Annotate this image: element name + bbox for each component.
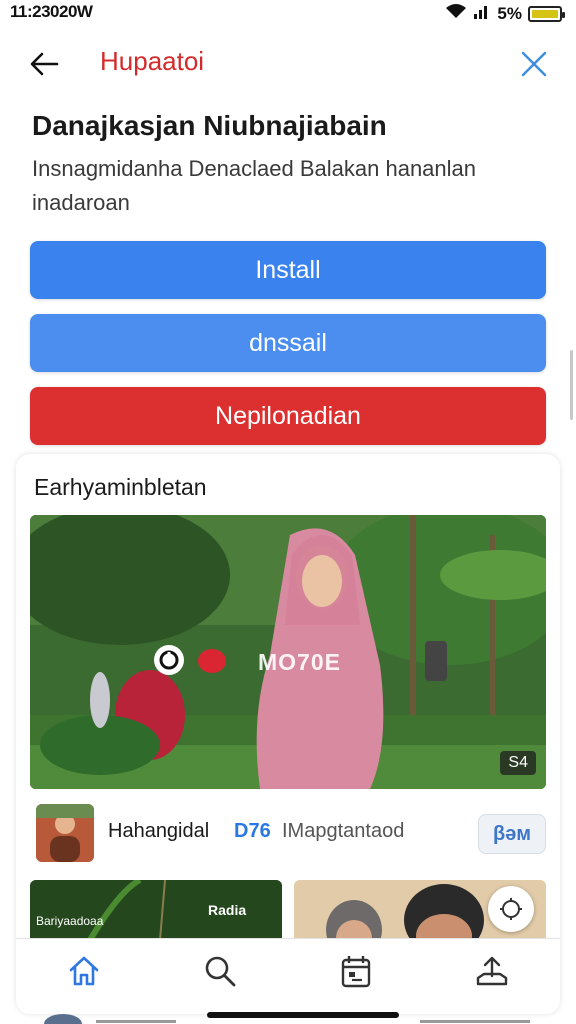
secondary-install-button[interactable]: dnssail	[30, 314, 546, 372]
video-player[interactable]: MO70E S4	[30, 515, 546, 789]
channel-name[interactable]: Hahangidal	[108, 820, 209, 843]
feed-card: Earhyaminbletan MO70E S4 Hahangidal D76 …	[16, 454, 560, 1014]
nav-calendar[interactable]	[328, 943, 384, 999]
header-title: Hupaatoi	[100, 46, 205, 76]
play-icon[interactable]	[152, 643, 186, 677]
arrow-left-icon	[30, 52, 59, 76]
app-header: Hupaatoi	[0, 38, 576, 88]
search-icon	[205, 956, 236, 986]
battery-level	[532, 9, 558, 18]
calendar-icon	[341, 955, 371, 987]
wifi-icon	[445, 3, 467, 24]
thumbnail-caption: Bariyaadoaa	[36, 914, 104, 928]
status-indicators: 5%	[445, 3, 565, 24]
install-button[interactable]: Install	[30, 241, 546, 299]
status-time: 11:23020W	[10, 2, 93, 21]
avatar[interactable]	[36, 804, 94, 862]
next-post-avatar	[44, 1014, 82, 1024]
signal-icon	[473, 3, 491, 24]
channel-meta: IMapgtantaod	[282, 820, 405, 842]
battery-icon	[528, 5, 565, 22]
nav-home[interactable]	[56, 943, 112, 999]
video-overlay-label: MO70E	[258, 649, 341, 675]
channel-row[interactable]: Hahangidal D76 IMapgtantaod βəм	[36, 802, 546, 862]
channel-count: D76	[234, 820, 271, 842]
follow-button[interactable]: βəм	[478, 814, 546, 854]
home-indicator[interactable]	[207, 1012, 399, 1018]
video-duration: S4	[500, 751, 536, 775]
page-subtitle: Insnagmidanha Denaclaed Balakan hananlan…	[32, 156, 477, 215]
thumbnail-caption-secondary: Radia	[208, 902, 247, 918]
next-post-text	[420, 1020, 530, 1023]
battery-percent: 5%	[497, 3, 522, 23]
close-icon	[521, 51, 547, 77]
thumbnail-card[interactable]	[294, 880, 546, 940]
upload-icon	[476, 956, 508, 985]
nav-search[interactable]	[192, 943, 248, 999]
camera-button[interactable]	[488, 886, 534, 932]
next-post-text	[96, 1020, 176, 1023]
back-button[interactable]	[24, 44, 64, 84]
page-title: Danajkasjan Niubnajiabain	[32, 110, 387, 141]
status-bar: 11:23020W 5%	[0, 0, 576, 26]
camera-icon	[500, 898, 522, 920]
nav-upload[interactable]	[464, 943, 520, 999]
red-action-button[interactable]: Nepilonadian	[30, 387, 546, 445]
bottom-nav	[16, 938, 560, 1002]
feed-title: Earhyaminbletan	[34, 474, 207, 500]
close-button[interactable]	[514, 44, 554, 84]
home-icon	[69, 956, 99, 985]
thumbnail-card[interactable]: Bariyaadoaa Radia	[30, 880, 282, 940]
scrollbar[interactable]	[570, 350, 573, 420]
